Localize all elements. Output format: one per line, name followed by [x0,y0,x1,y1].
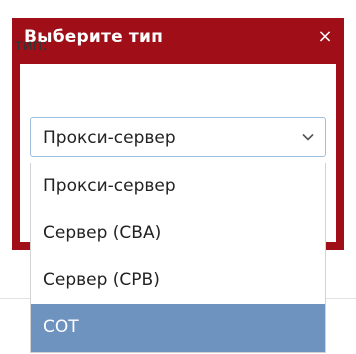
dropdown-option-sot[interactable]: СОТ [31,304,325,352]
close-icon[interactable]: × [316,28,334,46]
dialog-titlebar: Выберите тип × [12,18,344,64]
chevron-down-icon [302,133,314,141]
type-field-label: тип: [14,36,48,54]
dropdown-option-proxy-server[interactable]: Прокси-сервер [31,163,325,210]
dropdown-option-server-sva[interactable]: Сервер (СВА) [31,210,325,257]
type-dropdown-list: Прокси-сервер Сервер (СВА) Сервер (СРВ) … [30,163,326,353]
dropdown-option-server-srv[interactable]: Сервер (СРВ) [31,257,325,304]
type-select-value: Прокси-сервер [43,128,176,148]
type-select[interactable]: Прокси-сервер [30,117,326,157]
